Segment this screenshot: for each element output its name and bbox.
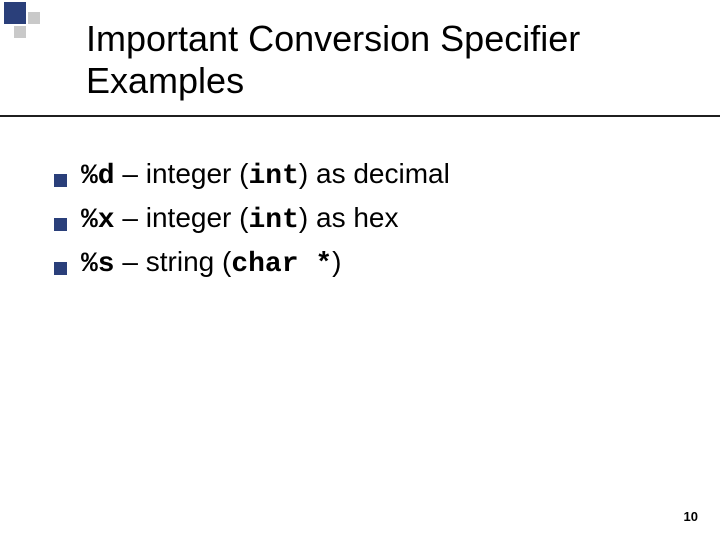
type-name: int	[248, 205, 298, 236]
text-segment: )	[332, 246, 341, 277]
slide-title-line2: Examples	[86, 60, 244, 101]
page-number: 10	[684, 509, 698, 524]
bullet-square-icon	[54, 218, 67, 231]
type-name: char *	[231, 249, 332, 280]
type-name: int	[248, 161, 298, 192]
corner-square-right	[28, 12, 40, 24]
format-specifier: %x	[81, 205, 115, 236]
list-item: %s – string (char *)	[54, 244, 670, 282]
corner-square-bottom	[14, 26, 26, 38]
corner-square-large	[4, 2, 26, 24]
title-underline	[0, 115, 720, 117]
text-segment: ) as decimal	[299, 158, 450, 189]
list-item-text: %x – integer (int) as hex	[81, 200, 399, 238]
list-item: %x – integer (int) as hex	[54, 200, 670, 238]
text-segment: ) as hex	[299, 202, 399, 233]
corner-decoration	[0, 0, 64, 64]
bullet-square-icon	[54, 174, 67, 187]
slide-title-block: Important Conversion Specifier Examples	[86, 18, 690, 103]
bullet-square-icon	[54, 262, 67, 275]
list-item: %d – integer (int) as decimal	[54, 156, 670, 194]
text-segment: – string (	[115, 246, 232, 277]
slide-title: Important Conversion Specifier Examples	[86, 18, 690, 103]
slide-title-line1: Important Conversion Specifier	[86, 18, 580, 59]
text-segment: – integer (	[115, 158, 249, 189]
list-item-text: %d – integer (int) as decimal	[81, 156, 450, 194]
format-specifier: %d	[81, 161, 115, 192]
list-item-text: %s – string (char *)	[81, 244, 341, 282]
text-segment: – integer (	[115, 202, 249, 233]
bullet-list: %d – integer (int) as decimal %x – integ…	[54, 156, 670, 288]
format-specifier: %s	[81, 249, 115, 280]
